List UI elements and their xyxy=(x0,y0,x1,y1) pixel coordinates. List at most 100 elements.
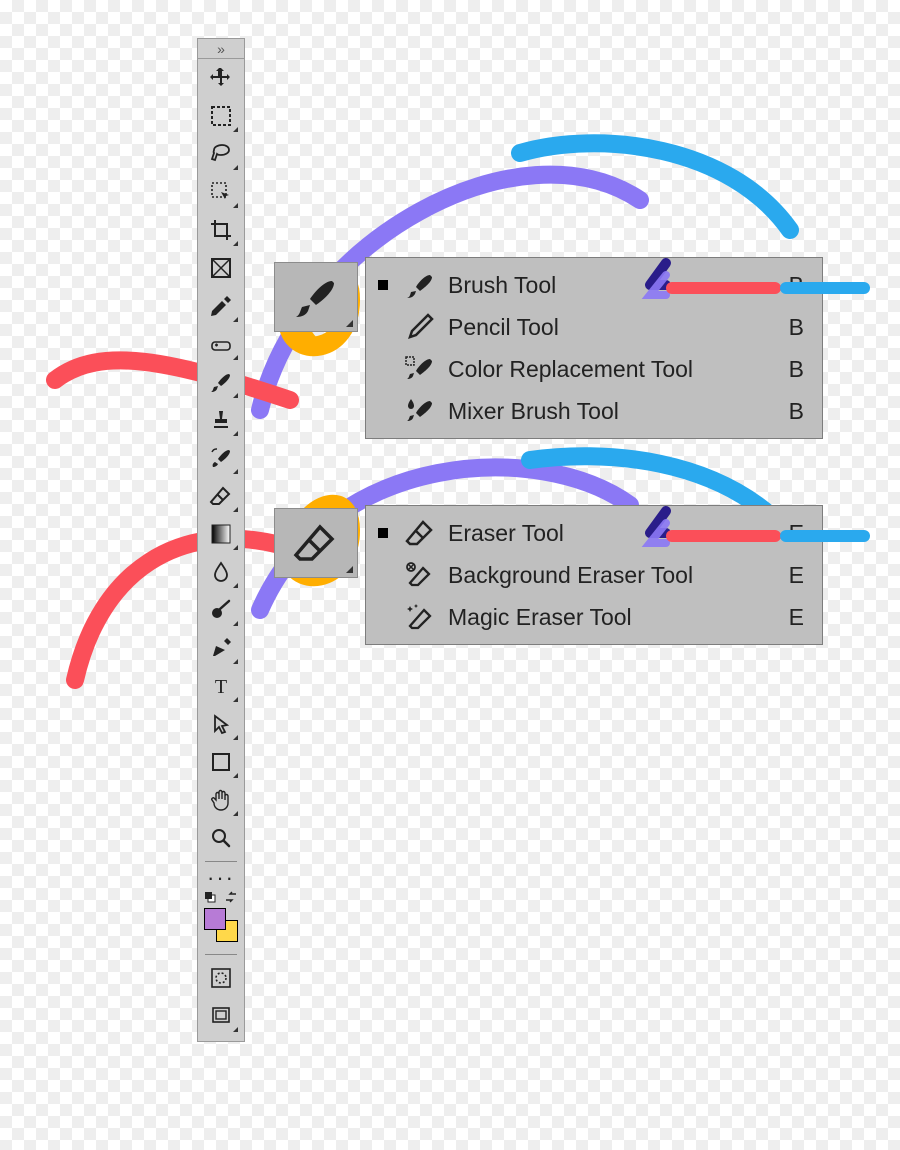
flyout-indicator-icon xyxy=(233,317,238,322)
flyout-indicator-icon xyxy=(233,203,238,208)
flyout-item-brush[interactable]: Brush Tool B xyxy=(366,264,822,306)
quick-select-icon xyxy=(209,180,233,204)
tool-path-select[interactable] xyxy=(202,706,240,742)
eraser-icon xyxy=(292,519,340,567)
callout-eraser[interactable] xyxy=(274,508,358,578)
eraser-icon xyxy=(209,484,233,508)
flyout-label: Mixer Brush Tool xyxy=(448,398,765,425)
tool-blur[interactable] xyxy=(202,554,240,590)
brush-flyout-menu: Brush Tool B Pencil Tool B Color Replace… xyxy=(365,257,823,439)
mixer-brush-icon xyxy=(402,393,438,429)
tool-crop[interactable] xyxy=(202,212,240,248)
flyout-indicator-icon xyxy=(233,507,238,512)
tool-gradient[interactable] xyxy=(202,516,240,552)
foreground-color-swatch[interactable] xyxy=(204,908,226,930)
frame-icon xyxy=(210,257,232,279)
brush-icon xyxy=(402,267,438,303)
tool-eraser[interactable] xyxy=(202,478,240,514)
svg-text:T: T xyxy=(215,676,227,697)
magic-eraser-icon xyxy=(402,599,438,635)
tool-quick-mask[interactable] xyxy=(202,960,240,996)
color-swatches[interactable] xyxy=(202,906,240,944)
swatch-controls xyxy=(202,890,240,904)
toolbar-divider xyxy=(205,954,237,955)
callout-brush[interactable] xyxy=(274,262,358,332)
history-brush-icon xyxy=(209,446,233,470)
eyedropper-icon xyxy=(209,294,233,318)
collapse-glyph: » xyxy=(217,41,225,57)
flyout-indicator-icon xyxy=(233,431,238,436)
flyout-indicator-icon xyxy=(346,566,353,573)
brush-icon xyxy=(292,273,340,321)
gradient-icon xyxy=(210,523,232,545)
tool-brush[interactable] xyxy=(202,364,240,400)
active-indicator-icon xyxy=(378,280,388,290)
eraser-flyout-menu: Eraser Tool E Background Eraser Tool E M… xyxy=(365,505,823,645)
tool-dodge[interactable] xyxy=(202,592,240,628)
bg-eraser-icon xyxy=(402,557,438,593)
flyout-indicator-icon xyxy=(233,241,238,246)
flyout-shortcut: E xyxy=(789,520,804,547)
tool-quick-select[interactable] xyxy=(202,174,240,210)
crop-icon xyxy=(209,218,233,242)
tool-zoom[interactable] xyxy=(202,820,240,856)
tool-marquee[interactable] xyxy=(202,98,240,134)
flyout-indicator-icon xyxy=(233,393,238,398)
active-indicator-icon xyxy=(378,528,388,538)
blur-icon xyxy=(210,561,232,583)
stamp-icon xyxy=(209,408,233,432)
panel-collapse-button[interactable]: » xyxy=(198,39,244,59)
type-icon: T xyxy=(210,675,232,697)
dodge-icon xyxy=(209,598,233,622)
flyout-item-background-eraser[interactable]: Background Eraser Tool E xyxy=(366,554,822,596)
flyout-indicator-icon xyxy=(233,773,238,778)
marquee-icon xyxy=(210,105,232,127)
tool-move[interactable] xyxy=(202,60,240,96)
tool-screen-mode[interactable] xyxy=(202,998,240,1034)
spot-heal-icon xyxy=(209,332,233,356)
tool-lasso[interactable] xyxy=(202,136,240,172)
tool-history-brush[interactable] xyxy=(202,440,240,476)
tool-stamp[interactable] xyxy=(202,402,240,438)
default-colors-icon[interactable] xyxy=(204,891,216,903)
screen-mode-icon xyxy=(210,1005,232,1027)
tools-panel: » xyxy=(197,38,245,1042)
tool-more[interactable]: ··· xyxy=(202,867,240,889)
tool-type[interactable]: T xyxy=(202,668,240,704)
lasso-icon xyxy=(209,142,233,166)
pen-icon xyxy=(209,636,233,660)
flyout-item-color-replacement[interactable]: Color Replacement Tool B xyxy=(366,348,822,390)
quick-mask-icon xyxy=(210,967,232,989)
tool-frame[interactable] xyxy=(202,250,240,286)
flyout-indicator-icon xyxy=(233,1027,238,1032)
flyout-indicator-icon xyxy=(233,545,238,550)
flyout-indicator-icon xyxy=(233,621,238,626)
flyout-indicator-icon xyxy=(233,659,238,664)
flyout-indicator-icon xyxy=(233,735,238,740)
path-select-icon xyxy=(210,713,232,735)
tool-spot-heal[interactable] xyxy=(202,326,240,362)
flyout-indicator-icon xyxy=(233,697,238,702)
flyout-indicator-icon xyxy=(233,583,238,588)
flyout-shortcut: B xyxy=(789,272,804,299)
flyout-indicator-icon xyxy=(233,127,238,132)
flyout-item-mixer-brush[interactable]: Mixer Brush Tool B xyxy=(366,390,822,432)
flyout-indicator-icon xyxy=(233,811,238,816)
flyout-label: Color Replacement Tool xyxy=(448,356,765,383)
flyout-shortcut: B xyxy=(789,398,804,425)
swap-colors-icon[interactable] xyxy=(224,891,238,903)
color-replace-icon xyxy=(402,351,438,387)
tool-pen[interactable] xyxy=(202,630,240,666)
flyout-item-pencil[interactable]: Pencil Tool B xyxy=(366,306,822,348)
move-icon xyxy=(209,66,233,90)
tool-eyedropper[interactable] xyxy=(202,288,240,324)
tool-shape[interactable] xyxy=(202,744,240,780)
flyout-item-eraser[interactable]: Eraser Tool E xyxy=(366,512,822,554)
eraser-icon xyxy=(402,515,438,551)
flyout-label: Brush Tool xyxy=(448,272,765,299)
toolbar-divider xyxy=(205,861,237,862)
flyout-shortcut: E xyxy=(789,604,804,631)
flyout-item-magic-eraser[interactable]: Magic Eraser Tool E xyxy=(366,596,822,638)
tool-hand[interactable] xyxy=(202,782,240,818)
brush-icon xyxy=(209,370,233,394)
